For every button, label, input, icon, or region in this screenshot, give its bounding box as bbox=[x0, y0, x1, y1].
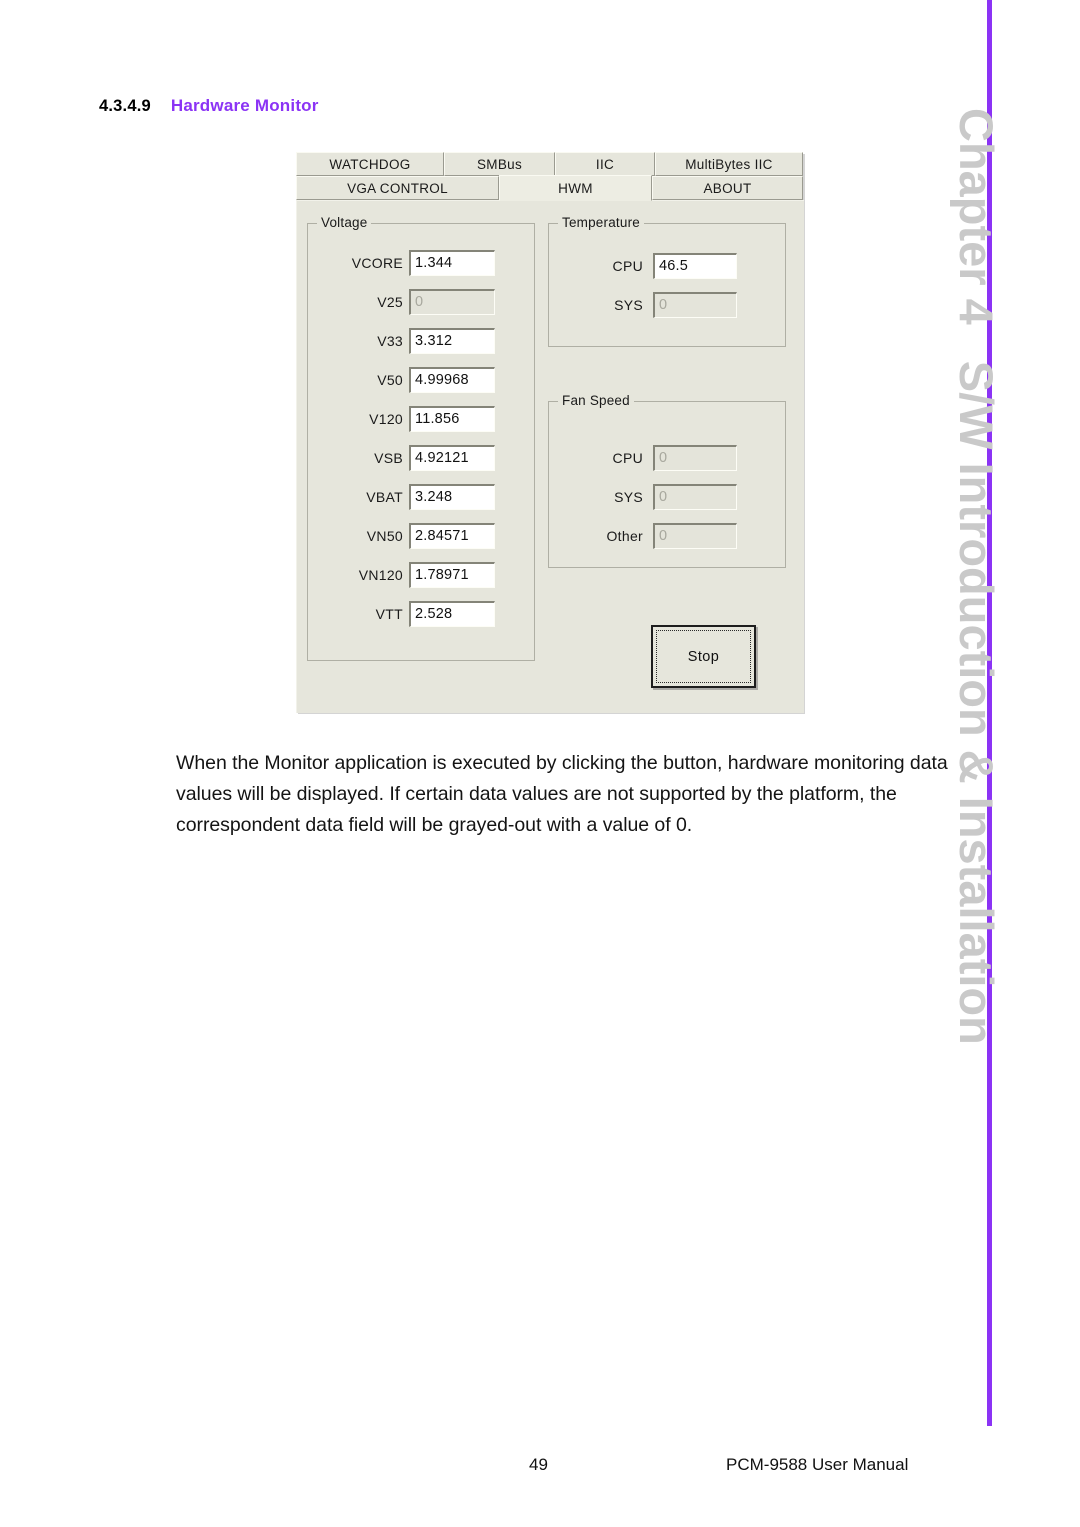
footer-title: PCM-9588 User Manual bbox=[726, 1455, 909, 1474]
voltage-field-v33[interactable]: 3.312 bbox=[409, 328, 495, 354]
temperature-field-sys[interactable]: 0 bbox=[653, 292, 737, 318]
dialog-body: Voltage VCORE 1.344 V25 0 V33 3.312 V50 … bbox=[296, 200, 804, 713]
chapter-side-title-subtitle: S/W Introduction & Installation bbox=[950, 360, 1003, 1045]
voltage-group-caption: Voltage bbox=[317, 215, 372, 231]
voltage-label-vn50: VN50 bbox=[366, 528, 403, 544]
voltage-label-vcore: VCORE bbox=[351, 255, 403, 271]
fan-speed-field-other[interactable]: 0 bbox=[653, 523, 737, 549]
stop-button[interactable]: Stop bbox=[651, 625, 756, 688]
tab-strip-row-2: VGA CONTROL HWM ABOUT bbox=[296, 175, 803, 201]
fan-speed-row-other: Other 0 bbox=[561, 521, 776, 551]
voltage-field-v25[interactable]: 0 bbox=[409, 289, 495, 315]
fan-speed-label-other: Other bbox=[606, 528, 643, 544]
voltage-field-vn50[interactable]: 2.84571 bbox=[409, 523, 495, 549]
temperature-label-sys: SYS bbox=[614, 297, 643, 313]
temperature-row-cpu: CPU 46.5 bbox=[561, 251, 776, 281]
tab-smbus[interactable]: SMBus bbox=[444, 152, 555, 176]
voltage-label-v33: V33 bbox=[377, 333, 403, 349]
tab-iic-label: IIC bbox=[595, 157, 615, 172]
body-paragraph: When the Monitor application is executed… bbox=[176, 752, 948, 836]
voltage-label-v50: V50 bbox=[377, 372, 403, 388]
fan-speed-field-sys[interactable]: 0 bbox=[653, 484, 737, 510]
fan-speed-label-sys: SYS bbox=[614, 489, 643, 505]
voltage-field-v50[interactable]: 4.99968 bbox=[409, 367, 495, 393]
temperature-field-cpu[interactable]: 46.5 bbox=[653, 253, 737, 279]
voltage-label-vtt: VTT bbox=[375, 606, 403, 622]
fan-speed-row-cpu: CPU 0 bbox=[561, 443, 776, 473]
voltage-label-v120: V120 bbox=[369, 411, 403, 427]
tab-hwm[interactable]: HWM bbox=[499, 175, 652, 201]
hardware-monitor-dialog: WATCHDOG SMBus IIC MultiBytes IIC VGA CO… bbox=[296, 152, 804, 713]
tab-multibytes-iic[interactable]: MultiBytes IIC bbox=[655, 152, 803, 176]
temperature-row-sys: SYS 0 bbox=[561, 290, 776, 320]
fan-speed-field-cpu[interactable]: 0 bbox=[653, 445, 737, 471]
voltage-row-v50: V50 4.99968 bbox=[321, 365, 521, 395]
voltage-field-v120[interactable]: 11.856 bbox=[409, 406, 495, 432]
tab-watchdog-label: WATCHDOG bbox=[329, 157, 411, 172]
voltage-field-vn120[interactable]: 1.78971 bbox=[409, 562, 495, 588]
tab-multibytes-iic-label: MultiBytes IIC bbox=[685, 157, 773, 172]
temperature-group: Temperature CPU 46.5 SYS 0 bbox=[548, 215, 786, 347]
voltage-row-vcore: VCORE 1.344 bbox=[321, 248, 521, 278]
voltage-field-vcore[interactable]: 1.344 bbox=[409, 250, 495, 276]
tab-vga-control[interactable]: VGA CONTROL bbox=[296, 176, 499, 200]
voltage-row-v25: V25 0 bbox=[321, 287, 521, 317]
voltage-row-vn120: VN120 1.78971 bbox=[321, 560, 521, 590]
voltage-row-vbat: VBAT 3.248 bbox=[321, 482, 521, 512]
tab-strip-row-1: WATCHDOG SMBus IIC MultiBytes IIC bbox=[296, 152, 803, 176]
voltage-row-vsb: VSB 4.92121 bbox=[321, 443, 521, 473]
fan-speed-group-caption: Fan Speed bbox=[558, 393, 634, 409]
tab-smbus-label: SMBus bbox=[476, 157, 522, 172]
tab-watchdog[interactable]: WATCHDOG bbox=[296, 152, 444, 176]
voltage-field-vbat[interactable]: 3.248 bbox=[409, 484, 495, 510]
stop-button-label: Stop bbox=[687, 648, 720, 665]
voltage-row-v33: V33 3.312 bbox=[321, 326, 521, 356]
fan-speed-label-cpu: CPU bbox=[612, 450, 643, 466]
tab-vga-control-label: VGA CONTROL bbox=[347, 181, 448, 196]
page-title: 4.3.4.9 Hardware Monitor bbox=[99, 96, 319, 116]
voltage-label-vsb: VSB bbox=[374, 450, 403, 466]
page-number: 49 bbox=[529, 1455, 548, 1474]
tab-about-label: ABOUT bbox=[703, 181, 752, 196]
tab-about[interactable]: ABOUT bbox=[652, 176, 803, 200]
voltage-field-vtt[interactable]: 2.528 bbox=[409, 601, 495, 627]
temperature-label-cpu: CPU bbox=[612, 258, 643, 274]
voltage-row-vtt: VTT 2.528 bbox=[321, 599, 521, 629]
voltage-row-v120: V120 11.856 bbox=[321, 404, 521, 434]
fan-speed-group: Fan Speed CPU 0 SYS 0 Other 0 bbox=[548, 393, 786, 568]
tab-hwm-label: HWM bbox=[558, 181, 593, 196]
chapter-side-title-chapter: Chapter 4 bbox=[950, 108, 1003, 325]
tab-iic[interactable]: IIC bbox=[555, 152, 655, 176]
voltage-group: Voltage VCORE 1.344 V25 0 V33 3.312 V50 … bbox=[307, 215, 535, 661]
section-title: Hardware Monitor bbox=[170, 96, 319, 115]
section-number: 4.3.4.9 bbox=[99, 97, 151, 115]
temperature-group-caption: Temperature bbox=[558, 215, 644, 231]
voltage-field-vsb[interactable]: 4.92121 bbox=[409, 445, 495, 471]
voltage-label-vn120: VN120 bbox=[358, 567, 403, 583]
voltage-label-v25: V25 bbox=[377, 294, 403, 310]
fan-speed-row-sys: SYS 0 bbox=[561, 482, 776, 512]
voltage-row-vn50: VN50 2.84571 bbox=[321, 521, 521, 551]
voltage-label-vbat: VBAT bbox=[366, 489, 403, 505]
